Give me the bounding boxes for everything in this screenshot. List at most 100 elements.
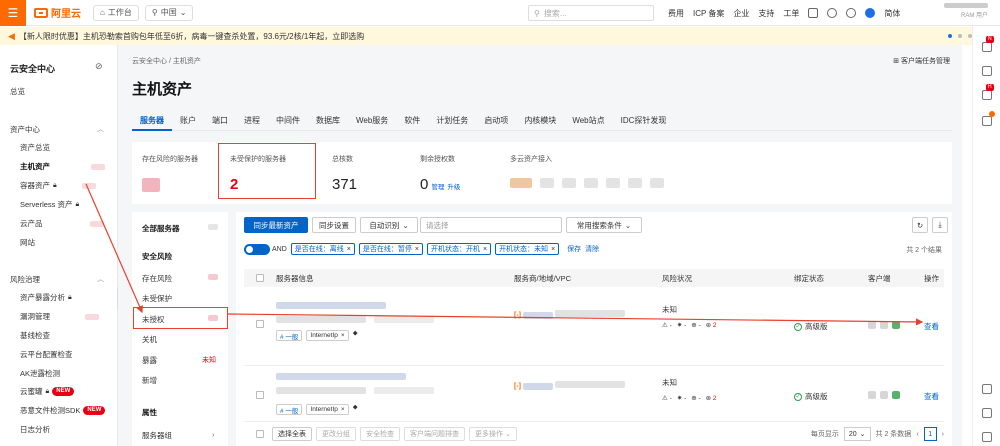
risk-icons[interactable]: ⚠ - ✷ - ⊕ - ⊛ 2 [662,394,717,402]
banner-pager[interactable] [948,34,972,38]
filter-unprotected[interactable]: 未受保护 [142,293,172,304]
server-name-blurred[interactable] [276,302,386,309]
huawei-icon[interactable] [562,178,576,188]
sidebar-group-assets[interactable]: 资产中心 [10,124,40,135]
client-troubleshoot-button[interactable]: 客户端问题排查 [404,427,465,441]
tab-scheduled-tasks[interactable]: 计划任务 [428,115,476,131]
terminal-icon[interactable] [808,8,819,18]
language-switch[interactable]: 简体 [884,8,900,19]
close-icon[interactable]: × [483,246,487,253]
close-icon[interactable]: × [551,246,555,253]
filter-shutdown[interactable]: 关机 [142,334,157,345]
risk-icons[interactable]: ⚠ - ✷ - ⊕ - ⊛ 2 [662,321,717,329]
ip-tag[interactable]: InternetIp × [306,404,349,415]
tag-icon[interactable]: ⬥ [353,330,358,341]
filter-chip[interactable]: 开机状态：未知 × [495,243,560,255]
chevron-right-icon[interactable]: › [212,430,215,439]
tab-middleware[interactable]: 中间件 [268,115,308,131]
security-check-button[interactable]: 安全检查 [360,427,400,441]
link-fees[interactable]: 费用 [668,8,684,19]
virus-icon[interactable]: ✷ - [677,321,686,329]
save-filter-link[interactable]: 保存 [567,244,581,254]
sidebar-group-risk[interactable]: 风险治理 [10,274,40,285]
close-icon[interactable]: × [341,406,345,413]
filter-chip[interactable]: 是否在线：暂停 × [358,243,423,255]
filter-server-group[interactable]: 服务器组 [142,430,172,441]
virus-icon[interactable]: ✷ - [677,394,686,402]
select-all-checkbox[interactable] [256,274,264,282]
download-button[interactable]: ⤓ [932,217,948,233]
change-group-button[interactable]: 更改分组 [316,427,356,441]
search-condition-input[interactable]: 请选择 [420,217,562,233]
banner-dot-active[interactable] [948,34,952,38]
baseline-icon[interactable]: ⊕ - [691,394,700,402]
refresh-button[interactable]: ↻ [912,217,928,233]
filter-chip[interactable]: 开机状态：开机 × [426,243,492,255]
feedback-icon[interactable] [982,42,992,52]
document-icon[interactable] [982,66,992,76]
sidebar-item-baseline[interactable]: 基线检查 [20,330,50,341]
tab-startup-items[interactable]: 启动项 [476,115,516,131]
tab-ports[interactable]: 端口 [204,115,236,131]
sidebar-item-container-assets[interactable]: 容器资产 🔒︎ [20,180,96,191]
cloud-icon[interactable] [540,178,554,188]
sidebar-item-ak-leak[interactable]: AK泄露检测 [20,368,60,379]
tab-kernel-modules[interactable]: 内核模块 [516,115,564,131]
auto-identify-select[interactable]: 自动识别 ⌄ [360,217,418,233]
tab-servers[interactable]: 服务器 [132,115,172,131]
prev-page-icon[interactable]: ‹ [916,431,918,438]
sidebar-item-malware-sdk[interactable]: 恶意文件检测SDK NEW [20,405,106,416]
view-link[interactable]: 查看 [924,321,939,332]
filter-exposed[interactable]: 暴露 [142,355,157,366]
chevron-up-icon[interactable]: ︿ [97,124,104,134]
alert-icon[interactable]: ⚠ - [662,321,672,329]
apps-icon[interactable] [982,432,992,442]
region-selector[interactable]: ⚲ 中国 ⌄ [144,4,194,21]
cloud-provider-icons[interactable] [510,178,664,188]
link-enterprise[interactable]: 企业 [733,8,749,19]
settings-icon[interactable] [982,408,992,418]
select-all-table-button[interactable]: 选择全表 [272,427,312,441]
more-actions-button[interactable]: 更多操作 ⌄ [469,427,517,441]
sidebar-item-asset-overview[interactable]: 资产总览 [20,142,50,153]
importance-tag[interactable]: # 一般 [276,404,303,415]
tab-processes[interactable]: 进程 [236,115,268,131]
tab-accounts[interactable]: 账户 [172,115,204,131]
chevron-up-icon[interactable]: ︿ [97,274,104,284]
close-icon[interactable]: × [347,246,351,253]
sidebar-item-host-assets[interactable]: 主机资产 [20,161,105,172]
tab-software[interactable]: 软件 [396,115,428,131]
assistant-icon[interactable] [865,8,876,18]
stat-risky-servers[interactable]: 存在风险的服务器 [142,154,198,194]
tab-web-sites[interactable]: Web站点 [564,115,612,131]
common-search-select[interactable]: 常用搜索条件 ⌄ [566,217,642,233]
tag-icon[interactable]: ⬥ [353,404,358,415]
filter-new[interactable]: 新增 [142,375,157,386]
server-name-blurred[interactable] [276,373,406,380]
per-page-select[interactable]: 20 ⌄ [843,427,871,441]
client-task-guide-link[interactable]: ⊞ 客户端任务管理 [893,56,950,66]
sync-latest-button[interactable]: 同步最新资产 [244,217,308,233]
upgrade-link[interactable]: 升级 [447,184,460,191]
and-toggle[interactable] [244,243,270,255]
user-menu[interactable]: RAM 用户 [928,3,988,19]
idc-icon[interactable] [650,178,664,188]
filter-at-risk[interactable]: 存在风险 [142,273,172,284]
footer-checkbox[interactable] [256,430,264,438]
close-icon[interactable]: × [341,332,345,339]
breadcrumb[interactable]: 云安全中心 / 主机资产 [132,56,201,66]
next-page-icon[interactable]: › [942,431,944,438]
workbench-button[interactable]: ⌂ 工作台 [93,4,139,21]
ip-tag[interactable]: InternetIp × [306,330,349,341]
cart-icon[interactable] [982,384,992,394]
aliyun-icon[interactable] [510,178,532,188]
importance-tag[interactable]: # 一般 [276,330,303,341]
link-support[interactable]: 支持 [758,8,774,19]
help-icon[interactable] [846,8,857,18]
clear-filter-link[interactable]: 清除 [585,244,599,254]
aws-icon[interactable] [606,178,620,188]
tab-databases[interactable]: 数据库 [308,115,348,131]
sidebar-item-cloud-products[interactable]: 云产品 [20,218,104,229]
link-ticket[interactable]: 工单 [783,8,799,19]
gift-icon[interactable] [982,90,992,100]
